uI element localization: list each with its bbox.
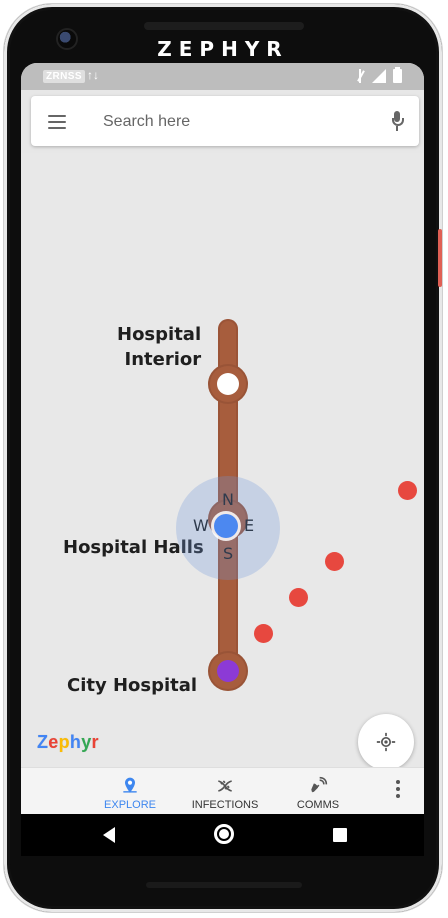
- menu-line: [48, 121, 66, 123]
- map-pin-icon: [123, 777, 137, 793]
- more-dot: [396, 794, 400, 798]
- red-marker[interactable]: [254, 624, 273, 643]
- bottom-navigation: EXPLORE INFECTIONS COMMS: [21, 767, 424, 814]
- top-speaker: [144, 22, 304, 30]
- sync-indicator: ↑↓: [87, 68, 99, 82]
- app-screen: ZRNSS ↑↓ Search here Hospital Interior H…: [21, 63, 424, 814]
- microphone-icon[interactable]: [391, 111, 404, 132]
- home-button[interactable]: [202, 814, 246, 856]
- nav-explore[interactable]: EXPLORE: [85, 771, 175, 813]
- red-marker[interactable]: [289, 588, 308, 607]
- satellite-dish-icon: [311, 776, 328, 793]
- microphone-cup: [392, 118, 404, 126]
- red-marker[interactable]: [325, 552, 344, 571]
- back-button[interactable]: [88, 814, 132, 856]
- nav-comms-label: COMMS: [296, 799, 340, 811]
- zephyr-logo: Zephyr: [37, 732, 99, 752]
- nav-infections-label: INFECTIONS: [191, 799, 259, 811]
- menu-line: [48, 115, 66, 117]
- compass-north: N: [222, 490, 234, 509]
- compass-east: E: [244, 516, 255, 535]
- bottom-speaker: [146, 882, 302, 888]
- search-bar: [31, 96, 419, 146]
- battery-icon: [393, 67, 402, 83]
- microphone-stem: [396, 126, 398, 131]
- status-bar: ZRNSS ↑↓: [21, 63, 424, 90]
- recent-apps-button[interactable]: [318, 814, 362, 856]
- hospital-interior-label: Hospital Interior: [117, 324, 202, 370]
- device-brand: ZEPHYR: [157, 37, 289, 61]
- compass-west: W: [193, 516, 209, 535]
- more-options-icon[interactable]: [394, 780, 402, 800]
- menu-line: [48, 127, 66, 129]
- dna-icon: [218, 780, 232, 792]
- hospital-interior-node[interactable]: [208, 364, 248, 404]
- map-canvas[interactable]: Hospital Interior Hospital Halls City Ho…: [21, 153, 424, 814]
- side-button: [438, 229, 442, 287]
- search-input[interactable]: [101, 107, 365, 137]
- red-marker[interactable]: [398, 481, 417, 500]
- menu-icon[interactable]: [48, 115, 66, 129]
- carrier-label: ZRNSS: [43, 70, 85, 83]
- status-icons: [355, 67, 402, 83]
- signal-icon: [372, 69, 386, 83]
- android-navigation-bar: [21, 814, 424, 856]
- city-hospital-node[interactable]: [208, 651, 248, 691]
- nav-infections[interactable]: INFECTIONS: [180, 771, 270, 813]
- crosshair-icon: [376, 732, 396, 752]
- locate-button[interactable]: [358, 714, 414, 770]
- phone-frame: ZEPHYR ZRNSS ↑↓ Search here Hospital Int…: [4, 4, 442, 912]
- city-hospital-label: City Hospital: [67, 675, 198, 696]
- more-dot: [396, 787, 400, 791]
- user-location-dot[interactable]: [214, 514, 238, 538]
- nav-comms[interactable]: COMMS: [273, 771, 363, 813]
- nav-explore-label: EXPLORE: [104, 799, 156, 811]
- bluetooth-icon: [355, 69, 365, 83]
- more-dot: [396, 780, 400, 784]
- compass-south: S: [223, 544, 234, 563]
- phone-top-bar: ZEPHYR: [4, 4, 442, 66]
